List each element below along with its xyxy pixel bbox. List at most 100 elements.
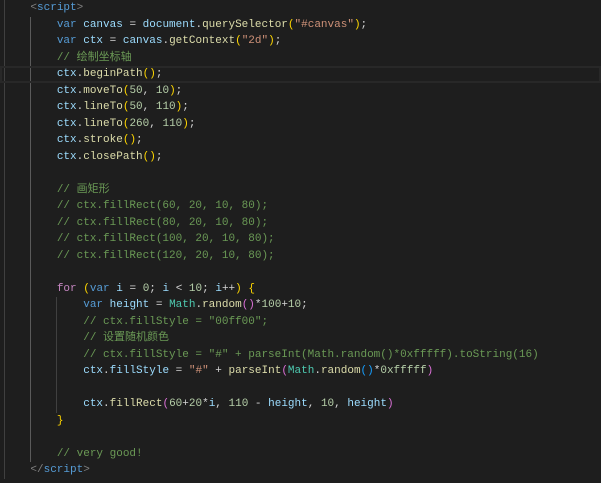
code-line[interactable]: // very good! [0, 446, 601, 463]
bracket-token: () [142, 150, 156, 163]
code-line[interactable]: // ctx.fillRect(100, 20, 10, 80); [0, 231, 601, 248]
code-line[interactable]: var height = Math.random()*100+10; [0, 297, 601, 314]
code-line[interactable]: ctx.lineTo(50, 110); [0, 99, 601, 116]
code-line[interactable]: // ctx.fillRect(60, 20, 10, 80); [0, 198, 601, 215]
code-line[interactable]: // ctx.fillStyle = "00ff00"; [0, 314, 601, 331]
identifier-token: height [109, 299, 150, 311]
code-line[interactable]: var canvas = document.querySelector("#ca… [0, 17, 601, 34]
code-line[interactable]: ctx.fillRect(60+20*i, 110 - height, 10, … [0, 396, 601, 413]
code-line[interactable]: ctx.lineTo(260, 110); [0, 116, 601, 133]
code-line[interactable]: var ctx = canvas.getContext("2d"); [0, 33, 601, 50]
bracket-token: ) [386, 398, 394, 410]
code-line[interactable] [0, 264, 601, 281]
function-name-token: moveTo [83, 84, 123, 97]
number-literal-token: 0xfffff [380, 365, 427, 377]
bracket-token: () [122, 134, 137, 146]
code-line[interactable]: // 设置随机颜色 [0, 330, 601, 347]
punctuation-token: , [149, 117, 163, 130]
number-literal-token: 110 [228, 398, 249, 410]
code-line[interactable]: } [0, 413, 601, 430]
comment-token: // 设置随机颜色 [83, 332, 170, 344]
string-literal-token: "#canvas" [294, 18, 354, 31]
identifier-token: canvas [122, 35, 163, 47]
punctuation-token: = [103, 35, 123, 47]
punctuation-token: ; [175, 84, 183, 97]
punctuation-token: - [248, 398, 269, 410]
number-literal-token: 10 [155, 84, 170, 97]
bracket-token: () [360, 365, 374, 377]
bracket-token: ) [426, 365, 434, 377]
punctuation-token: ; [274, 35, 282, 47]
punctuation-token: + [208, 365, 229, 377]
number-literal-token: 60 [169, 398, 183, 410]
bracket-token: ) [182, 117, 189, 130]
punctuation-token: ; [182, 101, 189, 113]
code-line[interactable]: </script> [0, 462, 601, 479]
keyword-token: var [56, 18, 77, 31]
comment-token: // 画矩形 [56, 183, 110, 196]
code-line[interactable]: <script> [0, 0, 601, 17]
bracket-token: { [248, 282, 255, 295]
tag-bracket-token: > [83, 464, 90, 476]
comment-token: // ctx.fillStyle = "#" + parseInt(Math.r… [83, 348, 539, 361]
identifier-token: ctx [56, 150, 77, 163]
code-line[interactable]: // 画矩形 [0, 182, 601, 199]
code-line[interactable]: for (var i = 0; i < 10; i++) { [0, 281, 601, 298]
bracket-token: ( [235, 35, 242, 47]
code-line[interactable]: // 绘制坐标轴 [0, 50, 601, 67]
code-line[interactable] [0, 380, 601, 397]
code-line[interactable]: // ctx.fillRect(120, 20, 10, 80); [0, 248, 601, 265]
punctuation-token: . [103, 365, 110, 377]
keyword-token: var [56, 35, 77, 47]
number-literal-token: 100 [261, 299, 282, 311]
comment-token: // ctx.fillRect(60, 20, 10, 80); [56, 200, 269, 212]
builtin-object-token: Math [169, 299, 196, 311]
identifier-token: fillStyle [109, 365, 170, 377]
code-line[interactable]: ctx.moveTo(50, 10); [0, 83, 601, 100]
number-literal-token: 260 [129, 117, 150, 130]
punctuation-token: + [281, 299, 288, 311]
comment-token: // ctx.fillStyle = "00ff00"; [83, 315, 269, 328]
identifier-token: ctx [83, 398, 104, 410]
punctuation-token: = [149, 299, 170, 311]
comment-token: // very good! [56, 447, 143, 460]
code-lines[interactable]: <script> var canvas = document.querySele… [0, 0, 601, 479]
keyword-token: var [89, 282, 110, 295]
tag-bracket-token: </ [30, 464, 44, 476]
punctuation-token: . [103, 398, 110, 410]
code-line[interactable]: ctx.closePath(); [0, 149, 601, 166]
bracket-token: ) [353, 18, 361, 31]
function-name-token: querySelector [202, 18, 288, 31]
code-editor[interactable]: <script> var canvas = document.querySele… [0, 0, 601, 483]
code-line[interactable]: // ctx.fillRect(80, 20, 10, 80); [0, 215, 601, 232]
comment-token: // ctx.fillRect(100, 20, 10, 80); [56, 233, 275, 245]
bracket-token: ( [287, 18, 295, 31]
function-name-token: closePath [83, 150, 143, 163]
code-line[interactable] [0, 429, 601, 446]
function-name-token: beginPath [83, 68, 143, 80]
punctuation-token: ; [149, 282, 163, 295]
bracket-token: ( [83, 282, 90, 295]
code-line[interactable]: // ctx.fillStyle = "#" + parseInt(Math.r… [0, 347, 601, 364]
code-line[interactable]: ctx.fillStyle = "#" + parseInt(Math.rand… [0, 363, 601, 380]
punctuation-token: , [142, 84, 156, 97]
string-literal-token: "#" [188, 365, 209, 377]
code-line[interactable]: ctx.stroke(); [0, 132, 601, 149]
code-line[interactable] [0, 165, 601, 182]
number-literal-token: 10 [287, 299, 302, 311]
punctuation-token: + [182, 398, 189, 410]
identifier-token: ctx [56, 117, 77, 130]
identifier-token: i [215, 282, 222, 295]
code-line-current[interactable]: ctx.beginPath(); [0, 66, 601, 83]
punctuation-token: ; [360, 18, 368, 31]
